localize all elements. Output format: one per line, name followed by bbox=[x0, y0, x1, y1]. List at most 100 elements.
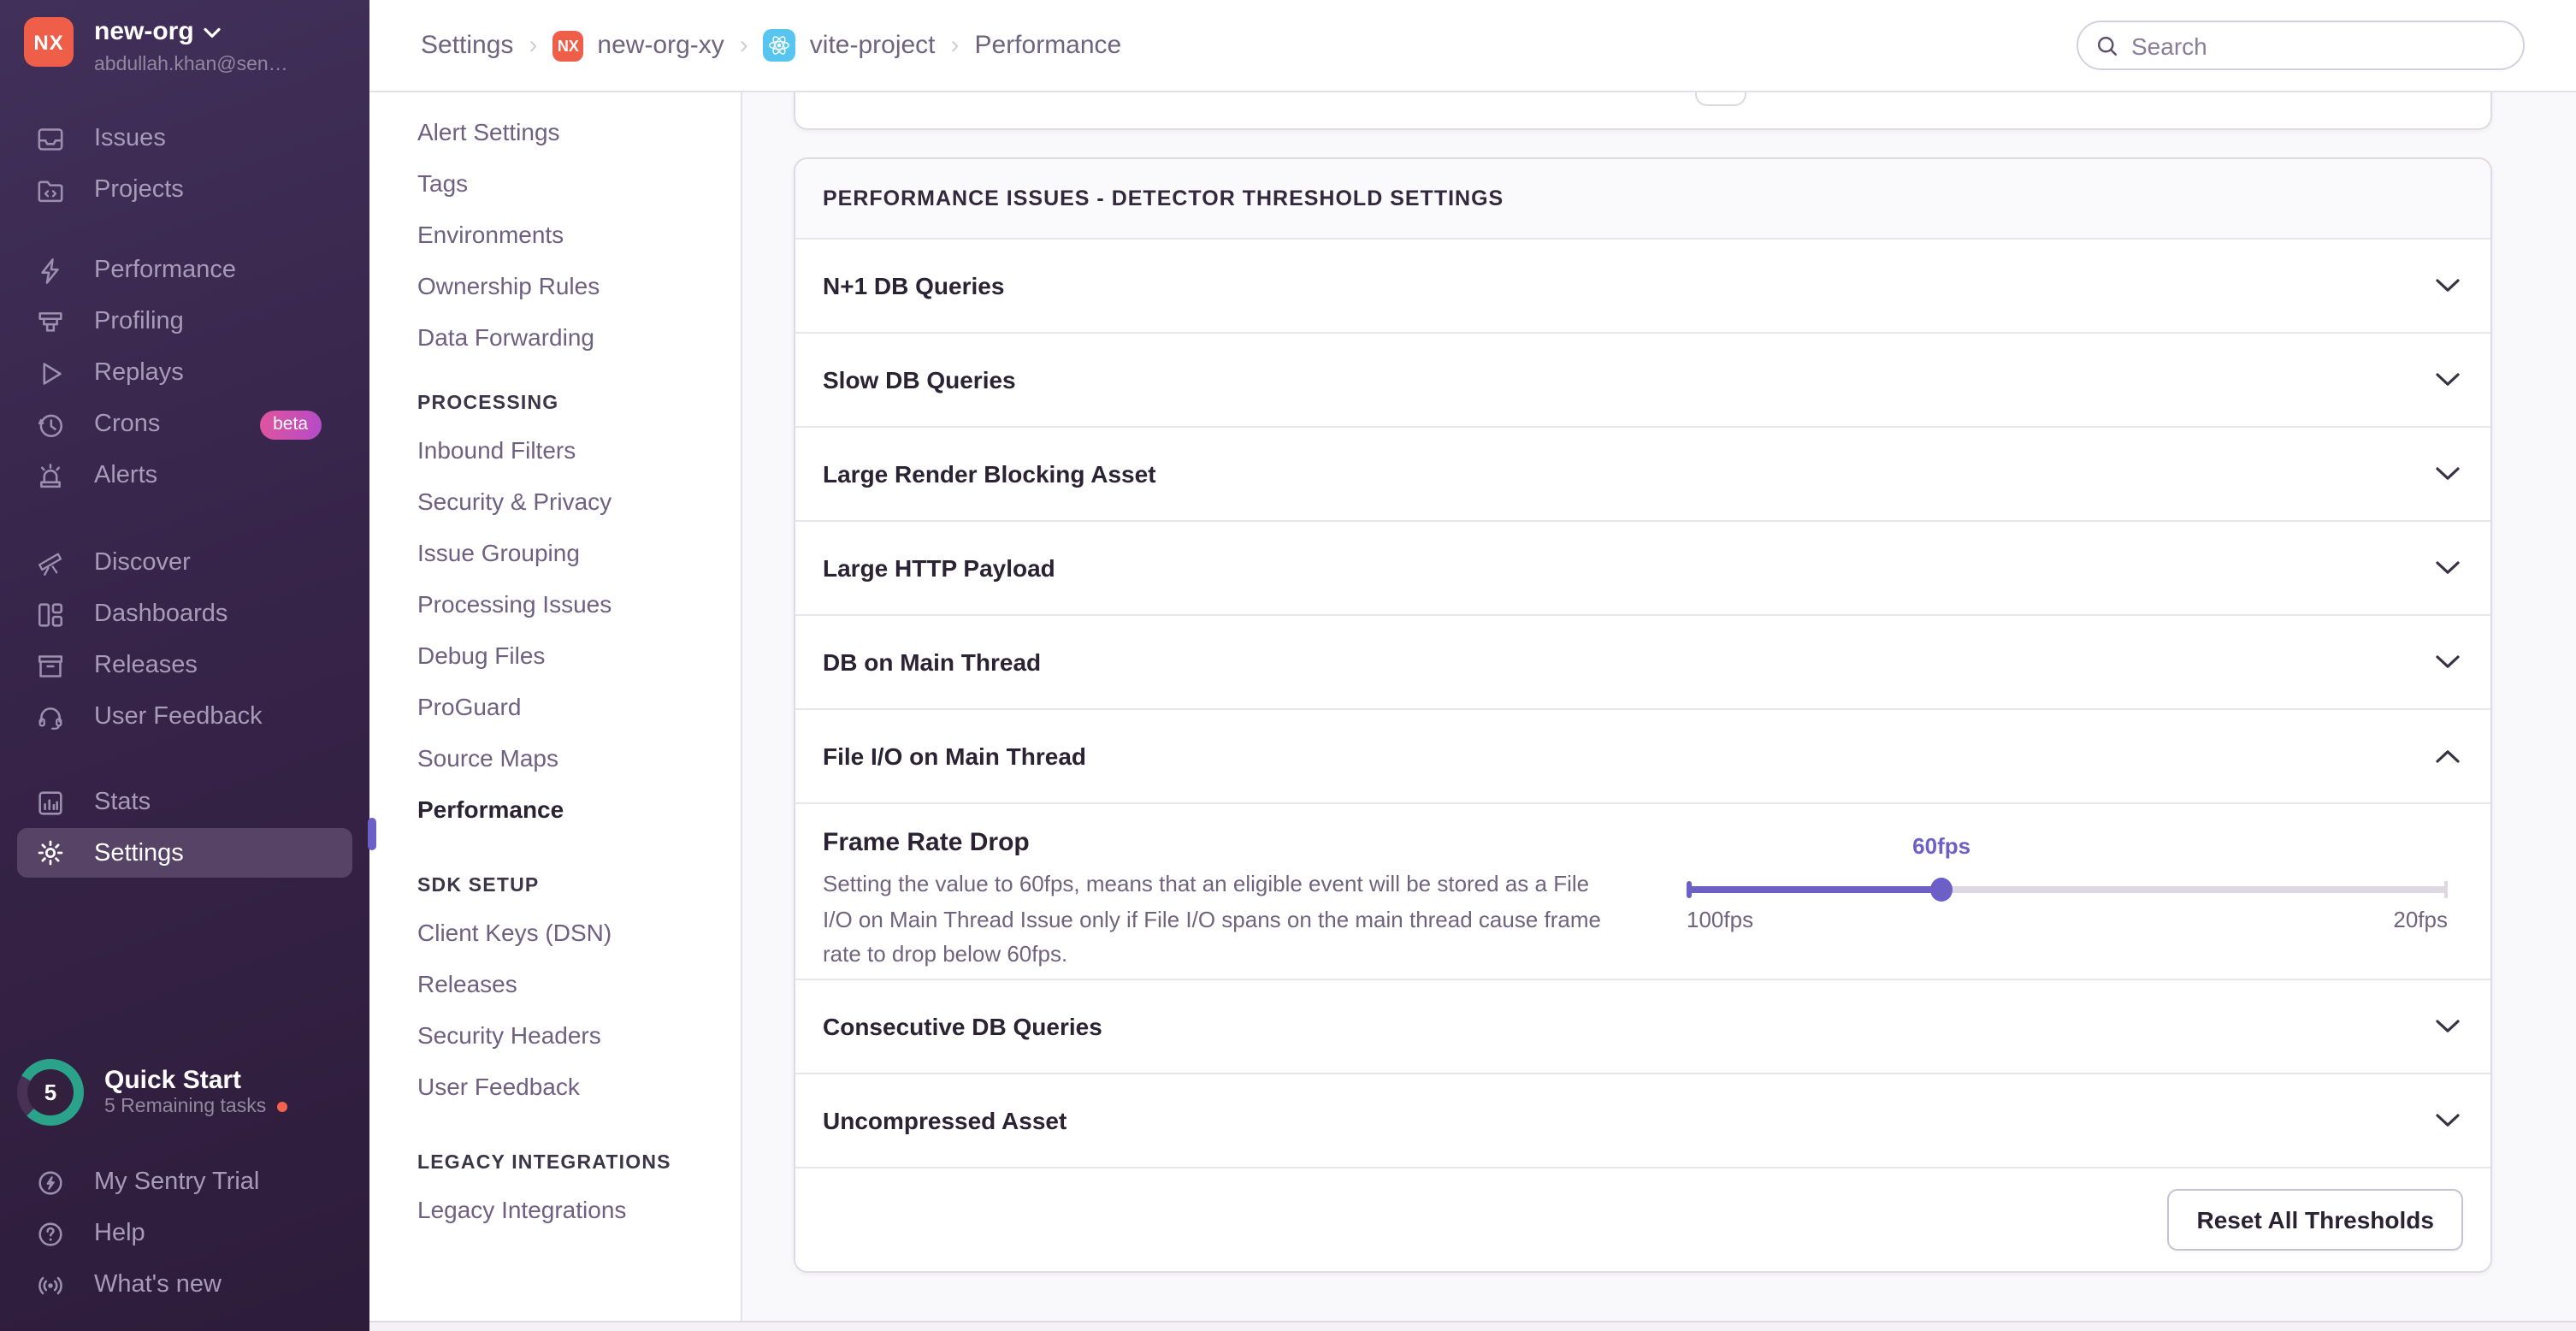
settings-nav-issue-grouping[interactable]: Issue Grouping bbox=[369, 527, 741, 578]
settings-nav-tags[interactable]: Tags bbox=[369, 157, 741, 209]
settings-nav-inbound-filters[interactable]: Inbound Filters bbox=[369, 424, 741, 476]
chevron-down-icon bbox=[2436, 1020, 2460, 1033]
notification-dot bbox=[276, 1102, 287, 1112]
chevron-down-icon bbox=[2436, 467, 2460, 481]
sidebar-item-label: Stats bbox=[94, 789, 151, 816]
settings-nav-legacy-integrations[interactable]: Legacy Integrations bbox=[369, 1184, 741, 1235]
headset-icon bbox=[36, 702, 65, 731]
frame-rate-drop-description: Setting the value to 60fps, means that a… bbox=[823, 867, 1601, 973]
projects-icon bbox=[36, 175, 65, 204]
sidebar-item-profiling[interactable]: Profiling bbox=[0, 296, 369, 347]
chevron-up-icon bbox=[2436, 749, 2460, 763]
bar-chart-icon bbox=[36, 788, 65, 817]
sidebar-item-user-feedback[interactable]: User Feedback bbox=[0, 691, 369, 742]
settings-nav-user-feedback[interactable]: User Feedback bbox=[369, 1061, 741, 1112]
org-avatar[interactable]: NX bbox=[24, 17, 74, 67]
settings-nav-security-headers[interactable]: Security Headers bbox=[369, 1009, 741, 1061]
sidebar-item-settings[interactable]: Settings bbox=[17, 828, 352, 878]
quick-start-count: 5 bbox=[17, 1058, 84, 1125]
sidebar-item-help[interactable]: Help bbox=[0, 1208, 369, 1259]
settings-nav-ownership-rules[interactable]: Ownership Rules bbox=[369, 260, 741, 311]
settings-nav-section-processing: PROCESSING bbox=[369, 383, 741, 424]
archive-icon bbox=[36, 651, 65, 680]
detector-row-consecutive-db-queries[interactable]: Consecutive DB Queries bbox=[795, 980, 2490, 1074]
trial-bolt-icon bbox=[36, 1168, 65, 1197]
chevron-down-icon bbox=[2436, 373, 2460, 387]
bottom-edge-strip bbox=[369, 1321, 2576, 1331]
detector-row-large-http-payload[interactable]: Large HTTP Payload bbox=[795, 522, 2490, 616]
sidebar-item-label: Discover bbox=[94, 549, 191, 577]
slider-max-label: 20fps bbox=[2393, 907, 2448, 932]
settings-content: PERFORMANCE ISSUES - DETECTOR THRESHOLD … bbox=[742, 92, 2576, 1331]
chevron-down-icon bbox=[2436, 279, 2460, 293]
main-sidebar: NX new-org abdullah.khan@sen… Issues Pro… bbox=[0, 0, 369, 1331]
panel-footer: Reset All Thresholds bbox=[795, 1168, 2490, 1271]
sidebar-item-alerts[interactable]: Alerts bbox=[0, 450, 369, 501]
settings-nav-security-privacy[interactable]: Security & Privacy bbox=[369, 476, 741, 527]
detector-row-large-render-blocking-asset[interactable]: Large Render Blocking Asset bbox=[795, 428, 2490, 522]
settings-nav-section-sdk-setup: SDK SETUP bbox=[369, 866, 741, 907]
settings-nav-alert-settings[interactable]: Alert Settings bbox=[369, 106, 741, 157]
sidebar-item-label: Replays bbox=[94, 359, 184, 387]
settings-nav-data-forwarding[interactable]: Data Forwarding bbox=[369, 311, 741, 363]
quick-start-progress-ring: 5 bbox=[17, 1058, 84, 1125]
settings-nav-environments[interactable]: Environments bbox=[369, 209, 741, 260]
detector-row-file-io-on-main-thread[interactable]: File I/O on Main Thread bbox=[795, 710, 2490, 804]
slider-thumb[interactable] bbox=[1930, 878, 1953, 902]
help-icon bbox=[36, 1219, 65, 1248]
reset-all-thresholds-button[interactable]: Reset All Thresholds bbox=[2168, 1189, 2464, 1251]
chevron-down-icon bbox=[2436, 655, 2460, 669]
chevron-down-icon bbox=[204, 27, 222, 39]
broadcast-icon bbox=[36, 1270, 65, 1299]
detector-row-db-on-main-thread[interactable]: DB on Main Thread bbox=[795, 616, 2490, 710]
breadcrumb: Settings › NX new-org-xy › vite-project … bbox=[421, 29, 1121, 62]
slider-min-label: 100fps bbox=[1687, 907, 1753, 932]
sidebar-item-replays[interactable]: Replays bbox=[0, 347, 369, 399]
breadcrumb-organization[interactable]: NX new-org-xy bbox=[552, 30, 724, 61]
sidebar-item-dashboards[interactable]: Dashboards bbox=[0, 589, 369, 640]
search-box[interactable] bbox=[2077, 21, 2525, 70]
org-switcher[interactable]: NX new-org abdullah.khan@sen… bbox=[0, 0, 369, 96]
breadcrumb-separator: › bbox=[529, 31, 537, 60]
slider-track[interactable] bbox=[1687, 886, 2448, 893]
sidebar-item-label: Crons bbox=[94, 411, 160, 438]
beta-badge: beta bbox=[259, 410, 322, 439]
detector-row-n-plus-one-db-queries[interactable]: N+1 DB Queries bbox=[795, 240, 2490, 334]
org-email: abdullah.khan@sen… bbox=[94, 53, 288, 78]
scrolled-card-partial bbox=[794, 91, 2492, 130]
siren-icon bbox=[36, 461, 65, 490]
chevron-down-icon bbox=[2436, 1114, 2460, 1127]
breadcrumb-performance[interactable]: Performance bbox=[975, 31, 1122, 60]
sidebar-item-issues[interactable]: Issues bbox=[0, 113, 369, 164]
breadcrumb-settings[interactable]: Settings bbox=[421, 31, 513, 60]
settings-nav-debug-files[interactable]: Debug Files bbox=[369, 630, 741, 681]
settings-nav-processing-issues[interactable]: Processing Issues bbox=[369, 578, 741, 630]
detector-row-uncompressed-asset[interactable]: Uncompressed Asset bbox=[795, 1074, 2490, 1168]
settings-nav-proguard[interactable]: ProGuard bbox=[369, 681, 741, 732]
sidebar-item-label: Dashboards bbox=[94, 600, 227, 628]
sidebar-item-label: Performance bbox=[94, 257, 236, 284]
search-input[interactable] bbox=[2131, 32, 2506, 59]
sidebar-item-releases[interactable]: Releases bbox=[0, 640, 369, 691]
active-nav-indicator bbox=[368, 818, 376, 850]
settings-nav-source-maps[interactable]: Source Maps bbox=[369, 732, 741, 784]
sidebar-item-whats-new[interactable]: What's new bbox=[0, 1259, 369, 1310]
breadcrumb-separator: › bbox=[951, 31, 960, 60]
sidebar-item-my-sentry-trial[interactable]: My Sentry Trial bbox=[0, 1156, 369, 1208]
sidebar-item-projects[interactable]: Projects bbox=[0, 164, 369, 216]
breadcrumb-project[interactable]: vite-project bbox=[764, 29, 936, 62]
sidebar-item-discover[interactable]: Discover bbox=[0, 537, 369, 589]
gear-icon bbox=[36, 838, 65, 867]
quick-start[interactable]: 5 Quick Start 5 Remaining tasks bbox=[0, 1057, 369, 1126]
slider-left-cap bbox=[1687, 881, 1692, 898]
sidebar-item-performance[interactable]: Performance bbox=[0, 245, 369, 296]
top-header: Settings › NX new-org-xy › vite-project … bbox=[369, 0, 2576, 92]
detector-row-slow-db-queries[interactable]: Slow DB Queries bbox=[795, 334, 2490, 428]
quick-start-title: Quick Start bbox=[104, 1066, 287, 1097]
sidebar-item-crons[interactable]: Crons beta bbox=[0, 399, 369, 450]
sidebar-item-stats[interactable]: Stats bbox=[0, 777, 369, 828]
settings-nav-releases[interactable]: Releases bbox=[369, 958, 741, 1009]
settings-nav-client-keys[interactable]: Client Keys (DSN) bbox=[369, 907, 741, 958]
slider-right-cap bbox=[2444, 881, 2448, 898]
settings-nav-performance[interactable]: Performance bbox=[369, 784, 741, 835]
